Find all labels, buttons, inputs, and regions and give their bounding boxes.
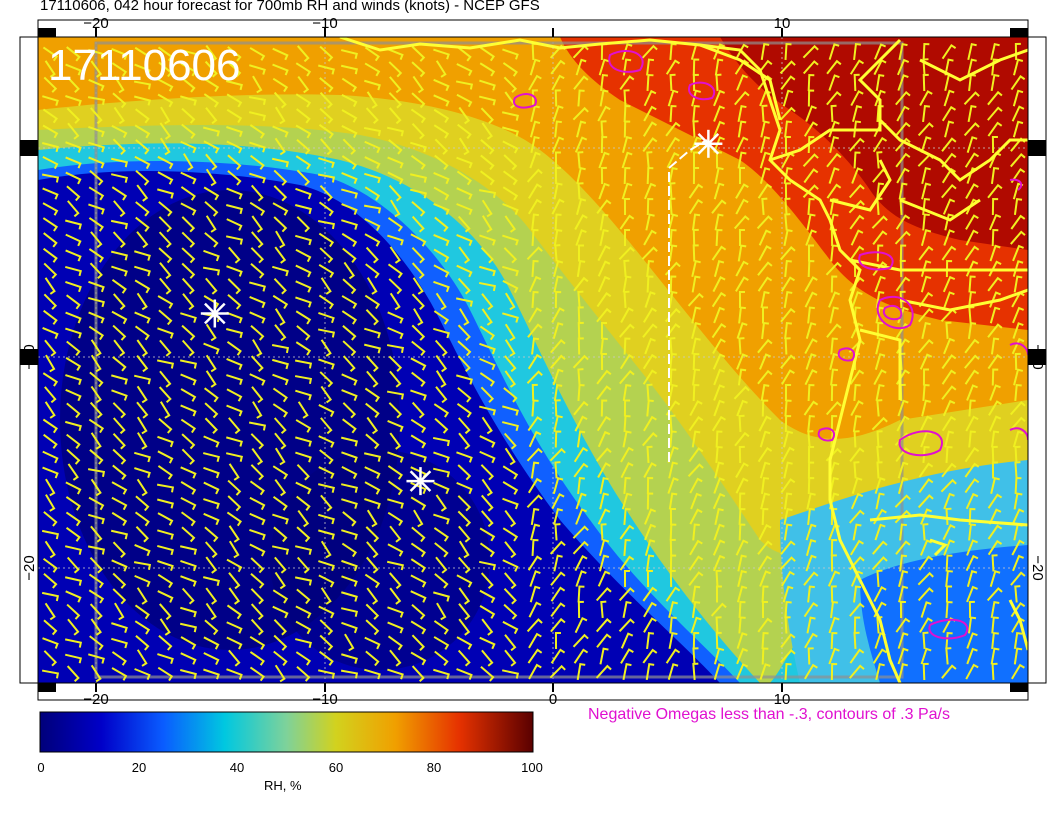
- colorbar-tick: 80: [426, 760, 442, 775]
- rh-field: [38, 37, 1028, 683]
- y-tick-label: 0: [21, 144, 38, 152]
- colorbar-tick: 100: [521, 760, 543, 775]
- marker-star: [406, 467, 435, 496]
- x-tick-label-top: −20: [83, 15, 108, 32]
- x-tick-label: −20: [83, 691, 108, 708]
- colorbar-label: RH, %: [264, 778, 302, 793]
- marker-star: [200, 299, 229, 328]
- y-tick-label-right: −20: [1029, 555, 1046, 580]
- x-tick-label: 0: [549, 691, 557, 708]
- x-tick-label-top: 10: [774, 15, 791, 32]
- colorbar-tick: 20: [131, 760, 147, 775]
- x-tick-label-top: −10: [312, 15, 337, 32]
- colorbar-tick: 60: [328, 760, 344, 775]
- date-stamp: 17110606: [48, 41, 241, 90]
- omega-caption: Negative Omegas less than -.3, contours …: [588, 706, 950, 723]
- y-tick-label: −10: [21, 344, 38, 369]
- forecast-map: −20 −10 0 10 −20 −10 10 0 −10 −20 0 −10 …: [19, 15, 1047, 753]
- y-tick-label-right: −10: [1029, 344, 1046, 369]
- colorbar: [39, 711, 534, 753]
- marker-star: [694, 129, 723, 158]
- x-tick-label: −10: [312, 691, 337, 708]
- colorbar-tick: 0: [37, 760, 45, 775]
- colorbar-tick: 40: [229, 760, 245, 775]
- y-tick-label-right: 0: [1029, 144, 1046, 152]
- y-tick-label: −20: [21, 555, 38, 580]
